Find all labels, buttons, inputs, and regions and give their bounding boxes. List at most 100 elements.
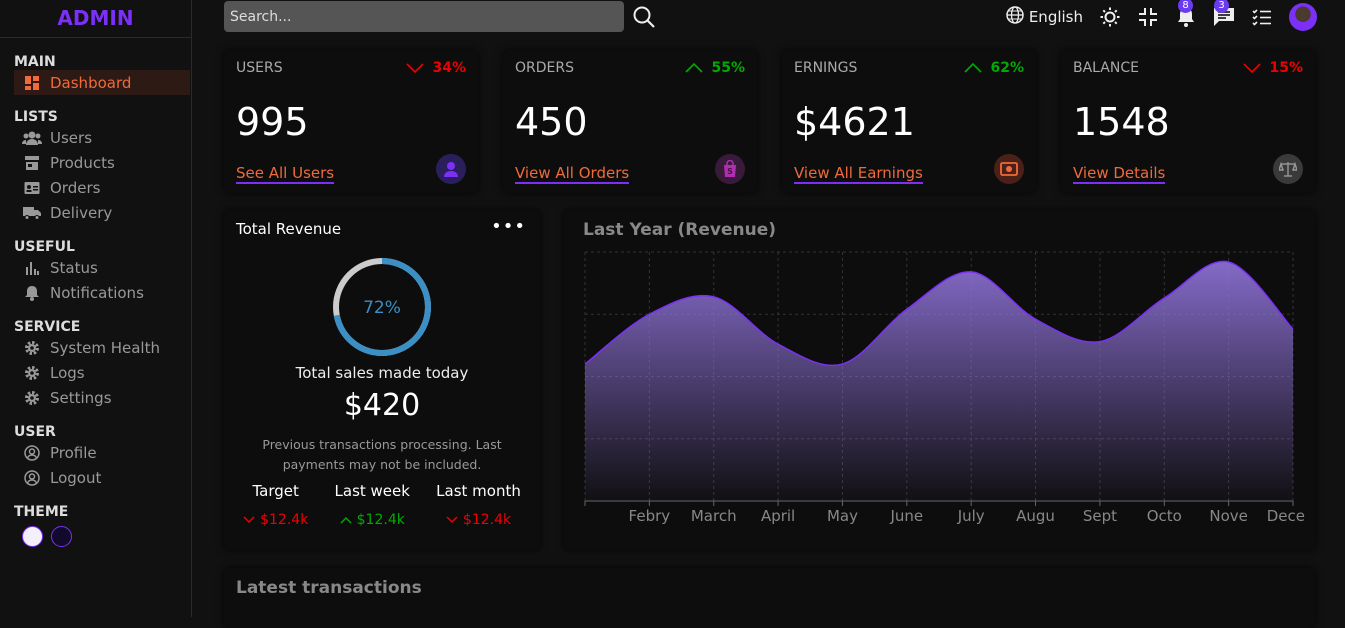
widget-value: 1548 — [1073, 100, 1170, 144]
widget-balance: BALANCE 15% 1548 View Details — [1061, 50, 1315, 193]
x-tick-label: July — [957, 507, 985, 525]
percent-value: 55% — [711, 60, 745, 76]
widget-value: 995 — [236, 100, 309, 144]
search-input[interactable] — [224, 1, 624, 32]
chat-icon[interactable]: 3 — [1213, 0, 1235, 28]
sidebar-item-notifications[interactable]: Notifications — [14, 280, 190, 305]
balance-scale-icon — [1273, 154, 1303, 184]
fullscreen-exit-icon[interactable] — [1137, 6, 1159, 28]
sidebar-item-label: Profile — [50, 443, 97, 462]
notifications-bell-icon[interactable]: 8 — [1175, 0, 1197, 28]
sidebar-item-logs[interactable]: Logs — [14, 360, 190, 385]
topbar: English 8 3 — [192, 0, 1345, 34]
gear-icon — [22, 389, 42, 407]
sidebar-item-label: Orders — [50, 178, 101, 197]
sidebar-item-logout[interactable]: Logout — [14, 465, 190, 490]
widget-title: ORDERS — [515, 60, 574, 76]
sidebar: ADMIN MAIN Dashboard LISTS Users Product… — [0, 0, 192, 617]
widget-title: BALANCE — [1073, 60, 1139, 76]
sidebar-item-label: Products — [50, 153, 115, 172]
checklist-icon[interactable] — [1251, 6, 1273, 28]
sidebar-item-label: Users — [50, 128, 93, 147]
x-tick-label: June — [889, 507, 923, 525]
user-circle-icon — [22, 469, 42, 487]
shopping-bag-icon: S — [715, 154, 745, 184]
sun-icon[interactable] — [1099, 6, 1121, 28]
section-useful: USEFUL — [14, 239, 75, 255]
brand-logo[interactable]: ADMIN — [0, 0, 191, 38]
section-service: SERVICE — [14, 319, 81, 335]
sidebar-item-profile[interactable]: Profile — [14, 440, 190, 465]
stat-amount: $12.4k — [462, 512, 512, 528]
search-icon[interactable] — [632, 5, 656, 33]
widget-value: $4621 — [794, 100, 915, 144]
topbar-actions: English 8 3 — [1006, 0, 1317, 32]
revenue-stats: Target $12.4k Last week $12.4k Last mont… — [224, 482, 540, 528]
chevron-down-icon — [406, 63, 425, 73]
revenue-subtitle: Total sales made today — [295, 364, 469, 382]
person-icon — [436, 154, 466, 184]
view-details-link[interactable]: View Details — [1073, 164, 1166, 184]
percent-value: 62% — [990, 60, 1024, 76]
bell-icon — [22, 284, 42, 302]
money-icon — [994, 154, 1024, 184]
language-selector[interactable]: English — [1006, 6, 1083, 28]
stat-label: Last week — [334, 482, 410, 500]
widget-users: USERS 34% 995 See All Users — [224, 50, 478, 193]
x-tick-label: Febry — [629, 507, 671, 525]
widget-orders: ORDERS 55% 450 View All Orders S — [503, 50, 757, 193]
x-tick-label: March — [691, 507, 737, 525]
x-tick-label: Augu — [1016, 507, 1055, 525]
sidebar-item-label: Settings — [50, 388, 112, 407]
store-icon — [22, 154, 42, 172]
x-tick-label: Sept — [1083, 507, 1117, 525]
revenue-title: Total Revenue — [236, 220, 342, 238]
user-avatar[interactable] — [1289, 3, 1317, 31]
light-theme-swatch[interactable] — [22, 526, 43, 547]
stat-target: Target $12.4k — [243, 482, 308, 528]
total-revenue-card: Total Revenue ••• 72% Total sales made t… — [224, 210, 540, 550]
section-theme: THEME — [14, 504, 69, 520]
sidebar-item-label: Logout — [50, 468, 102, 487]
latest-transactions-title: Latest transactions — [236, 578, 422, 598]
view-all-orders-link[interactable]: View All Orders — [515, 164, 630, 184]
sidebar-item-settings[interactable]: Settings — [14, 385, 190, 410]
chevron-down-icon — [243, 516, 255, 524]
sidebar-item-label: Dashboard — [50, 73, 132, 92]
progress-ring: 72% — [333, 258, 431, 356]
chevron-up-icon — [685, 63, 704, 73]
revenue-area-chart: Febry March April May June July Augu Sept Octo No… — [584, 251, 1305, 525]
widget-title: ERNINGS — [794, 60, 858, 76]
dark-theme-swatch[interactable] — [51, 526, 72, 547]
bar-chart-icon — [22, 259, 42, 277]
section-user: USER — [14, 424, 56, 440]
sidebar-item-status[interactable]: Status — [14, 255, 190, 280]
stat-last-month: Last month $12.4k — [436, 482, 521, 528]
sidebar-item-delivery[interactable]: Delivery — [14, 200, 190, 225]
dashboard-icon — [22, 74, 42, 92]
chevron-up-icon — [964, 63, 983, 73]
sidebar-item-label: Status — [50, 258, 98, 277]
sidebar-item-label: Notifications — [50, 283, 144, 302]
more-options-icon[interactable]: ••• — [491, 216, 526, 237]
sidebar-item-dashboard[interactable]: Dashboard — [14, 70, 190, 95]
gear-icon — [22, 364, 42, 382]
percent-value: 34% — [432, 60, 466, 76]
sidebar-item-orders[interactable]: Orders — [14, 175, 190, 200]
stat-label: Last month — [436, 482, 521, 500]
sidebar-item-system-health[interactable]: System Health — [14, 335, 190, 360]
x-tick-label: April — [761, 507, 795, 525]
progress-label: 72% — [363, 298, 401, 318]
card-icon — [22, 179, 42, 197]
sidebar-item-products[interactable]: Products — [14, 150, 190, 175]
see-all-users-link[interactable]: See All Users — [236, 164, 335, 184]
stat-label: Target — [252, 482, 299, 500]
users-icon — [22, 129, 42, 147]
x-tick-label: Dece — [1267, 507, 1305, 525]
view-all-earnings-link[interactable]: View All Earnings — [794, 164, 923, 184]
latest-transactions-card: Latest transactions — [224, 568, 1315, 628]
sidebar-item-users[interactable]: Users — [14, 125, 190, 150]
stat-value: $12.4k — [243, 512, 308, 528]
x-tick-label: Nove — [1209, 507, 1248, 525]
widget-percent: 62% — [964, 60, 1024, 76]
